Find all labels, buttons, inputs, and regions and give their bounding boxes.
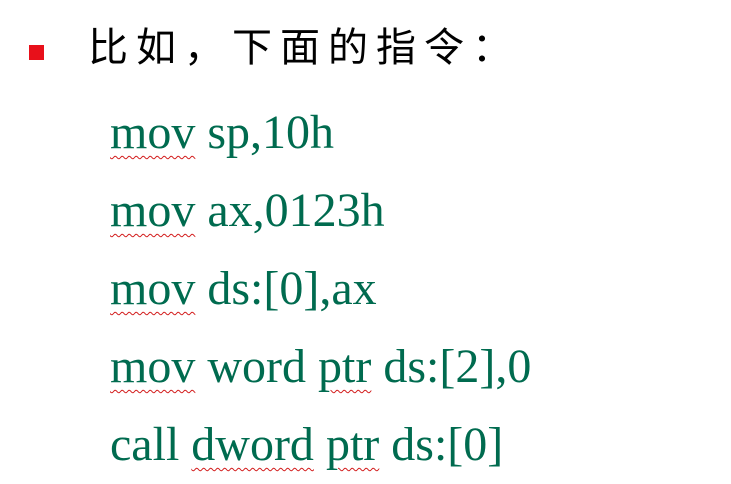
instruction-line: call dword ptr ds:[0]: [110, 406, 531, 484]
instruction-line: mov ds:[0],ax: [110, 250, 531, 328]
instruction-token: mov: [110, 184, 196, 237]
instruction-list: mov sp,10h mov ax,0123h mov ds:[0],ax mo…: [110, 94, 531, 484]
instruction-token: ds:[0],ax: [195, 262, 377, 315]
instruction-line: mov sp,10h: [110, 94, 531, 172]
bullet-item: 比如，下面的指令：: [0, 18, 700, 78]
instruction-token: mov: [110, 106, 196, 159]
instruction-line: mov ax,0123h: [110, 172, 531, 250]
instruction-token: ptr: [318, 340, 372, 393]
instruction-token: mov: [110, 340, 196, 393]
instruction-line: mov word ptr ds:[2],0: [110, 328, 531, 406]
instruction-token: [314, 418, 326, 471]
instruction-token: ds:[2],0: [371, 340, 532, 393]
instruction-token: word: [195, 340, 318, 393]
square-bullet-icon: [29, 45, 44, 60]
instruction-token: ax,0123h: [195, 184, 385, 237]
instruction-token: mov: [110, 262, 196, 315]
instruction-token: ds:[0]: [379, 418, 504, 471]
bullet-heading: 比如，下面的指令：: [88, 25, 520, 71]
instruction-token: sp,10h: [195, 106, 335, 159]
instruction-token: ptr: [325, 418, 380, 471]
instruction-token: dword: [191, 418, 314, 471]
instruction-token: call: [110, 418, 192, 471]
slide: 比如，下面的指令： mov sp,10h mov ax,0123h mov ds…: [0, 0, 731, 482]
